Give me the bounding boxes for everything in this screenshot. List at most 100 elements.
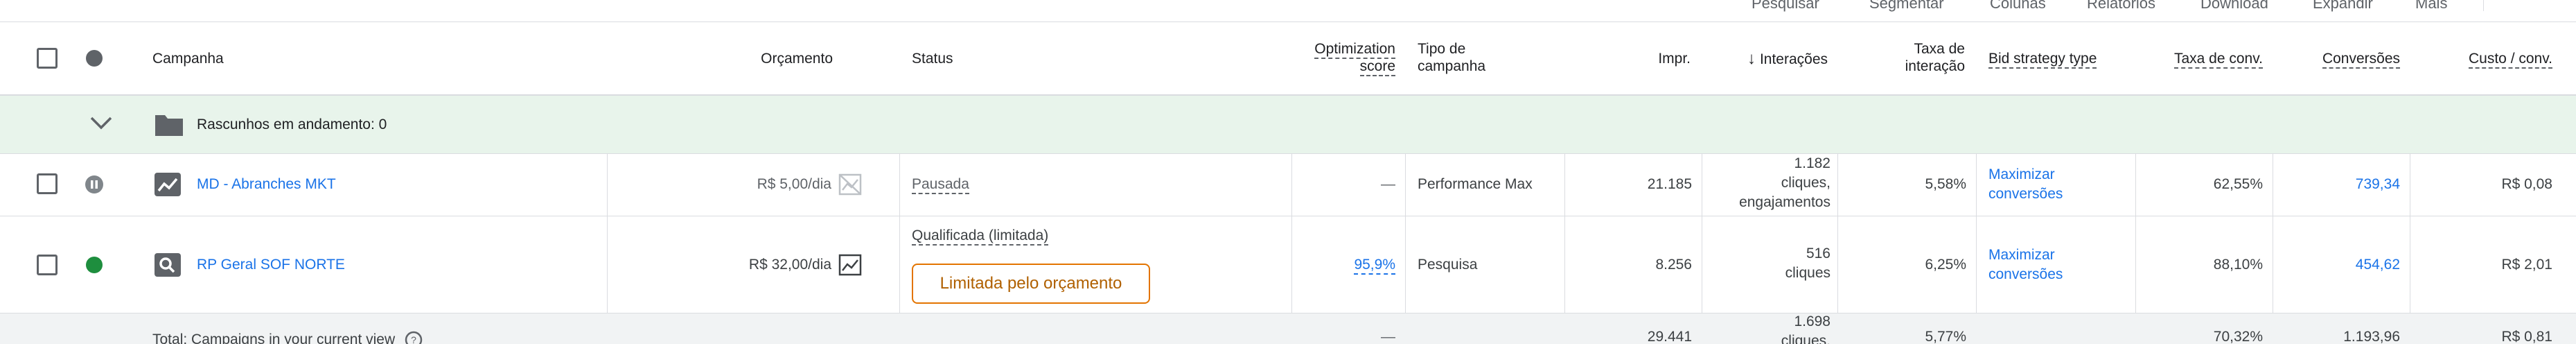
bid-strategy-line2: conversões: [1988, 186, 2063, 202]
columns-button[interactable]: Colunas: [1990, 0, 2046, 12]
interactions-line2: cliques: [1785, 265, 1830, 281]
limited-by-budget-badge[interactable]: Limitada pelo orçamento: [912, 264, 1150, 304]
total-impressions: 29.441: [1647, 329, 1692, 344]
header-interactions-label: Interações: [1759, 51, 1828, 67]
total-conversions: 1.193,96: [2343, 329, 2400, 344]
bid-strategy-line2: conversões: [1988, 266, 2063, 282]
drafts-label: Rascunhos em andamento: 0: [197, 117, 387, 132]
header-campaign-type-line1: Tipo de: [1418, 41, 1466, 57]
enabled-status-icon[interactable]: [86, 257, 103, 273]
svg-text:?: ?: [411, 334, 416, 344]
conversions-link[interactable]: 454,62: [2279, 255, 2400, 275]
table-row: MD - Abranches MKT R$ 5,00/dia Pausada —…: [0, 154, 2576, 216]
table-row: RP Geral SOF NORTE R$ 32,00/dia Qualific…: [0, 216, 2576, 313]
header-conv-rate[interactable]: Taxa de conv.: [2141, 50, 2263, 69]
paused-status-icon[interactable]: [85, 175, 104, 194]
header-conv-rate-label: Taxa de conv.: [2173, 51, 2263, 69]
budget-chart-icon[interactable]: [838, 254, 862, 276]
row-checkbox[interactable]: [37, 173, 58, 194]
optimization-score-link[interactable]: 95,9%: [1178, 255, 1395, 275]
bid-strategy-link[interactable]: Maximizar conversões: [1988, 165, 2063, 204]
header-interaction-rate-line2: interação: [1905, 58, 1965, 74]
header-bid-strategy-label: Bid strategy type: [1988, 51, 2097, 69]
interaction-rate: 5,58%: [1925, 176, 1966, 192]
header-conversions-label: Conversões: [2322, 51, 2400, 69]
total-label-text: Total: Campaigns in your current view: [152, 332, 396, 344]
interactions: 516 cliques: [1704, 244, 1830, 283]
header-campaign-type-line2: campanha: [1418, 58, 1486, 74]
impressions: 8.256: [1655, 257, 1692, 273]
row-checkbox[interactable]: [37, 255, 58, 275]
bid-strategy-line1: Maximizar: [1988, 247, 2055, 263]
header-cost-conv[interactable]: Custo / conv.: [2418, 50, 2552, 69]
header-opt-score-line2: score: [1359, 58, 1395, 76]
total-interactions: 1.698 cliques,: [1704, 312, 1830, 344]
status-dot-icon[interactable]: [86, 50, 103, 67]
total-conv-rate: 70,32%: [2213, 329, 2263, 344]
segment-button[interactable]: Segmentar: [1869, 0, 1944, 12]
optimization-score-value: 95,9%: [1354, 257, 1395, 275]
chevron-down-icon[interactable]: [87, 112, 115, 133]
more-button[interactable]: Mais: [2415, 0, 2447, 12]
conversions-link[interactable]: 739,34: [2279, 175, 2400, 194]
header-campaign[interactable]: Campanha: [152, 50, 224, 67]
interaction-rate: 6,25%: [1925, 257, 1966, 273]
total-interactions-line2: cliques,: [1781, 333, 1830, 344]
folder-icon: [155, 115, 183, 136]
cost-per-conv: R$ 2,01: [2501, 257, 2552, 273]
reports-button[interactable]: Relatórios: [2087, 0, 2155, 12]
conv-rate: 62,55%: [2213, 176, 2263, 192]
help-icon[interactable]: ?: [405, 331, 423, 344]
campaign-type: Pesquisa: [1418, 257, 1478, 273]
arrow-down-icon: ↓: [1747, 49, 1756, 68]
interactions: 1.182 cliques, engajamentos: [1704, 154, 1830, 212]
optimization-score: —: [1381, 176, 1395, 192]
impressions: 21.185: [1647, 176, 1692, 192]
performance-max-icon: [155, 173, 181, 196]
expand-button[interactable]: Expandir: [2313, 0, 2373, 12]
header-status[interactable]: Status: [912, 50, 953, 67]
header-optimization-score[interactable]: Optimization score: [1178, 40, 1395, 76]
interactions-line3: engajamentos: [1739, 194, 1830, 210]
total-row: Total: Campaigns in your current view ? …: [0, 313, 2576, 344]
total-optimization-score: —: [1381, 329, 1395, 344]
total-interactions-line1: 1.698: [1794, 313, 1830, 329]
budget-value: R$ 5,00/dia: [757, 176, 831, 192]
cost-per-conv: R$ 0,08: [2501, 176, 2552, 192]
search-button[interactable]: Pesquisar: [1752, 0, 1819, 12]
header-campaign-type[interactable]: Tipo de campanha: [1418, 40, 1485, 75]
budget-chart-disabled-icon[interactable]: [838, 173, 862, 196]
campaign-name-link[interactable]: MD - Abranches MKT: [197, 175, 336, 194]
total-interaction-rate: 5,77%: [1925, 329, 1966, 344]
header-budget[interactable]: Orçamento: [624, 50, 833, 67]
table-toolbar: Pesquisar Segmentar Colunas Relatórios D…: [0, 0, 2576, 22]
download-button[interactable]: Download: [2200, 0, 2268, 12]
select-all-checkbox[interactable]: [37, 48, 58, 69]
drafts-row[interactable]: Rascunhos em andamento: 0: [0, 96, 2576, 154]
header-interaction-rate-line1: Taxa de: [1914, 41, 1965, 57]
interactions-line2: cliques,: [1781, 175, 1830, 191]
table-header: Campanha Orçamento Status Optimization s…: [0, 22, 2576, 96]
status-text: Pausada: [912, 176, 969, 194]
status-text: Qualificada (limitada): [912, 227, 1049, 246]
toolbar-divider: [2483, 0, 2484, 11]
header-interaction-rate[interactable]: Taxa de interação: [1843, 40, 1965, 75]
header-conversions[interactable]: Conversões: [2279, 50, 2400, 69]
header-bid-strategy[interactable]: Bid strategy type: [1988, 50, 2097, 69]
header-impressions[interactable]: Impr.: [1573, 50, 1691, 67]
budget-value: R$ 32,00/dia: [748, 257, 831, 273]
search-campaign-icon: [155, 253, 181, 277]
bid-strategy-line1: Maximizar: [1988, 166, 2055, 182]
status-value[interactable]: Qualificada (limitada): [912, 226, 1049, 246]
bid-strategy-link[interactable]: Maximizar conversões: [1988, 246, 2063, 284]
campaign-name-link[interactable]: RP Geral SOF NORTE: [197, 255, 345, 275]
total-cost-per-conv: R$ 0,81: [2501, 329, 2552, 344]
interactions-line1: 516: [1806, 246, 1830, 261]
interactions-line1: 1.182: [1794, 155, 1830, 171]
header-interactions[interactable]: ↓ Interações: [1711, 50, 1828, 68]
header-opt-score-line1: Optimization: [1314, 41, 1395, 59]
header-cost-conv-label: Custo / conv.: [2469, 51, 2552, 69]
conv-rate: 88,10%: [2213, 257, 2263, 273]
status-value[interactable]: Pausada: [912, 175, 969, 194]
total-label: Total: Campaigns in your current view ?: [152, 330, 423, 344]
